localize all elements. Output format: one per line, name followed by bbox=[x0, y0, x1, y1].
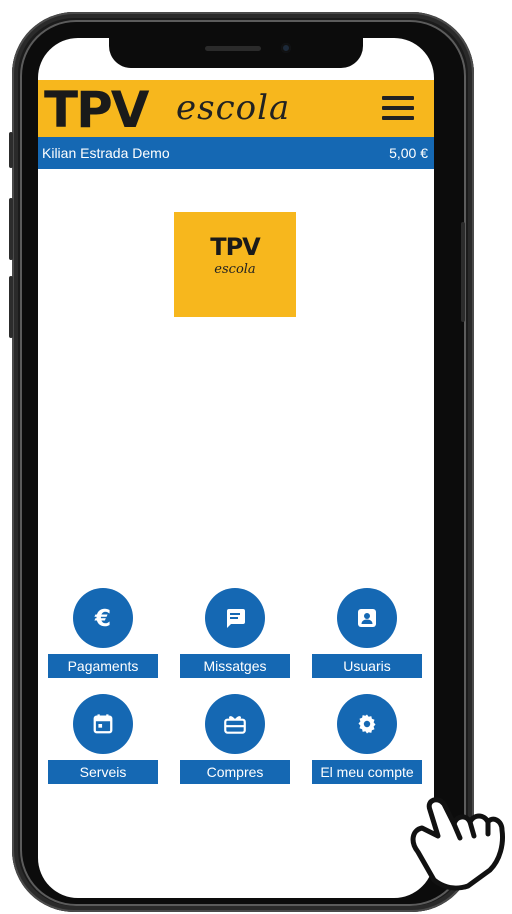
calendar-icon bbox=[93, 714, 113, 734]
center-logo: TPV escola bbox=[174, 212, 296, 317]
gear-icon bbox=[358, 714, 376, 734]
front-camera bbox=[281, 43, 291, 53]
speaker-grille bbox=[205, 46, 261, 51]
usuaris-button[interactable] bbox=[337, 588, 397, 648]
gift-card-icon bbox=[224, 716, 246, 734]
usuaris-label[interactable]: Usuaris bbox=[312, 654, 422, 678]
pagaments-button[interactable]: € bbox=[73, 588, 133, 648]
user-balance: 5,00 € bbox=[389, 145, 428, 161]
center-logo-main: TPV bbox=[210, 233, 261, 261]
app-header: TPV escola bbox=[38, 80, 434, 139]
brand-logo-sub: escola bbox=[176, 88, 291, 128]
side-button-volume-up bbox=[9, 198, 13, 260]
euro-icon: € bbox=[94, 604, 111, 632]
contact-icon bbox=[358, 609, 376, 627]
missatges-label[interactable]: Missatges bbox=[180, 654, 290, 678]
phone-screen: TPV escola Kilian Estrada Demo 5,00 € TP… bbox=[38, 38, 434, 898]
user-name: Kilian Estrada Demo bbox=[42, 145, 170, 161]
side-button-mute bbox=[9, 132, 13, 168]
pagaments-label[interactable]: Pagaments bbox=[48, 654, 158, 678]
message-icon bbox=[227, 609, 245, 628]
serveis-label[interactable]: Serveis bbox=[48, 760, 158, 784]
compres-label[interactable]: Compres bbox=[180, 760, 290, 784]
menu-tile-pagaments[interactable]: € Pagaments bbox=[48, 588, 158, 678]
center-logo-sub: escola bbox=[214, 262, 256, 277]
missatges-button[interactable] bbox=[205, 588, 265, 648]
serveis-button[interactable] bbox=[73, 694, 133, 754]
compres-button[interactable] bbox=[205, 694, 265, 754]
menu-tile-el-meu-compte[interactable]: El meu compte bbox=[312, 694, 422, 784]
side-button-power bbox=[461, 222, 465, 322]
menu-tile-missatges[interactable]: Missatges bbox=[180, 588, 290, 678]
user-bar: Kilian Estrada Demo 5,00 € bbox=[38, 137, 434, 169]
hamburger-menu-icon[interactable] bbox=[382, 94, 418, 122]
svg-text:€: € bbox=[94, 604, 111, 632]
menu-tile-usuaris[interactable]: Usuaris bbox=[312, 588, 422, 678]
menu-tile-compres[interactable]: Compres bbox=[180, 694, 290, 784]
side-button-volume-down bbox=[9, 276, 13, 338]
el-meu-compte-button[interactable] bbox=[337, 694, 397, 754]
el-meu-compte-label[interactable]: El meu compte bbox=[312, 760, 422, 784]
menu-tile-serveis[interactable]: Serveis bbox=[48, 694, 158, 784]
phone-notch bbox=[109, 38, 363, 68]
hand-pointer-icon bbox=[410, 797, 505, 891]
brand-logo-main: TPV bbox=[44, 81, 149, 139]
